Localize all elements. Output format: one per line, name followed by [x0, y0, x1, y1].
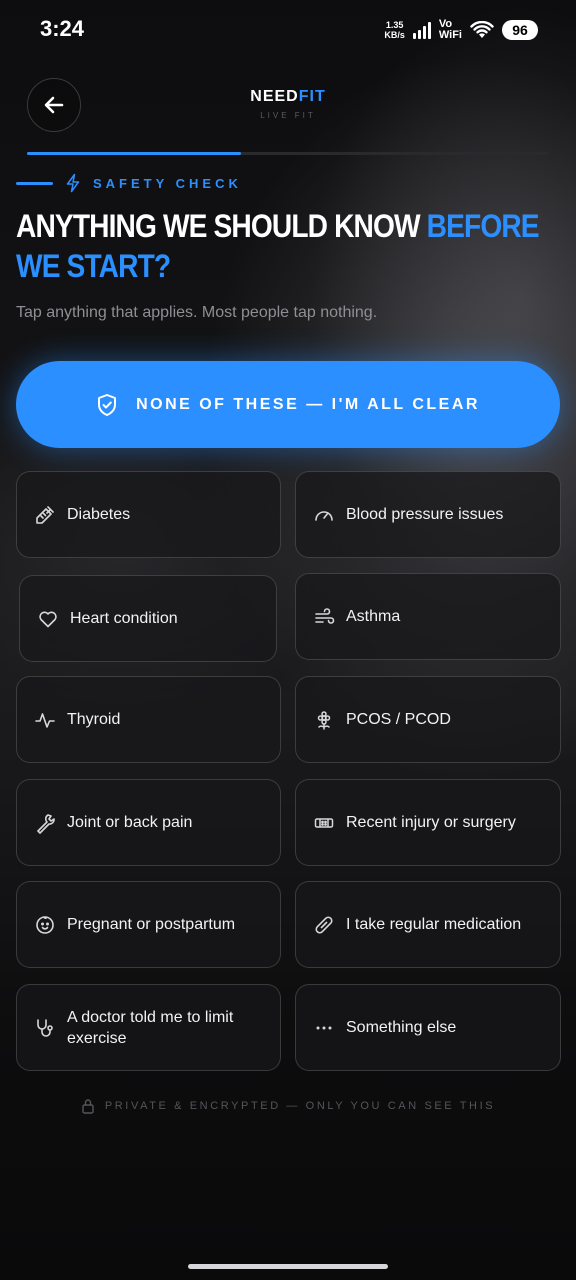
all-clear-label: NONE OF THESE — I'M ALL CLEAR [136, 395, 480, 413]
flower-icon [313, 709, 335, 731]
brand-logo: NEEDFIT LIVE FIT [200, 88, 376, 120]
network-speed: 1.35 KB/s [384, 20, 405, 40]
page-subtitle: Tap anything that applies. Most people t… [16, 304, 378, 321]
all-clear-button[interactable]: NONE OF THESE — I'M ALL CLEAR [16, 361, 560, 448]
option-label: Pregnant or postpartum [67, 916, 236, 933]
arrow-left-icon [44, 96, 64, 114]
section-eyebrow: SAFETY CHECK [16, 172, 242, 194]
progress-fill [27, 152, 242, 155]
option-thyroid[interactable]: Thyroid [16, 676, 281, 763]
cell-signal-icon [412, 21, 431, 39]
back-button[interactable] [27, 78, 81, 132]
stethoscope-icon [34, 1017, 56, 1039]
option-label: Recent injury or surgery [346, 814, 516, 831]
pill-icon [313, 914, 335, 936]
vowifi-indicator: Vo WiFi [438, 18, 462, 41]
status-icons: 1.35 KB/s Vo WiFi 96 [384, 16, 538, 44]
more-icon [313, 1017, 335, 1039]
wind-icon [313, 606, 335, 628]
page-title: ANYTHING WE SHOULD KNOW BEFORE WE START? [16, 208, 540, 284]
pulse-icon [34, 709, 56, 731]
gauge-icon [313, 504, 335, 526]
lightning-icon [66, 173, 80, 193]
option-pcos-pcod[interactable]: PCOS / PCOD [295, 676, 561, 763]
privacy-text: PRIVATE & ENCRYPTED — ONLY YOU CAN SEE T… [104, 1100, 496, 1112]
privacy-note: PRIVATE & ENCRYPTED — ONLY YOU CAN SEE T… [0, 1098, 576, 1114]
home-indicator[interactable] [188, 1264, 388, 1269]
option-recent-injury[interactable]: Recent injury or surgery [295, 779, 561, 866]
option-label: Thyroid [67, 711, 121, 728]
safety-check-screen: 3:24 1.35 KB/s Vo WiFi 96 NEEDFIT LIVE F… [0, 0, 576, 1280]
option-blood-pressure[interactable]: Blood pressure issues [295, 471, 561, 558]
shield-check-icon [98, 393, 117, 416]
option-label: Blood pressure issues [346, 506, 504, 523]
status-bar: 3:24 1.35 KB/s Vo WiFi 96 [0, 0, 576, 62]
status-time: 3:24 [40, 16, 85, 41]
option-label: I take regular medication [346, 916, 522, 933]
option-label: A doctor told me to limit exercise [67, 1008, 234, 1047]
option-diabetes[interactable]: Diabetes [16, 471, 281, 558]
brand-tagline: LIVE FIT [260, 111, 316, 120]
battery-indicator: 96 [502, 20, 538, 40]
option-pregnant-postpartum[interactable]: Pregnant or postpartum [16, 881, 281, 968]
baby-icon [34, 914, 56, 936]
wrench-icon [34, 812, 56, 834]
option-heart-condition[interactable]: Heart condition [19, 575, 277, 662]
heart-icon [37, 608, 59, 630]
option-label: Heart condition [70, 610, 178, 627]
option-doctor-limit-exercise[interactable]: A doctor told me to limit exercise [16, 984, 281, 1071]
option-regular-medication[interactable]: I take regular medication [295, 881, 561, 968]
progress-bar [27, 152, 549, 155]
wifi-icon [470, 21, 494, 38]
bandage-icon [313, 812, 335, 834]
eyebrow-text: SAFETY CHECK [93, 175, 242, 191]
option-something-else[interactable]: Something else [295, 984, 561, 1071]
option-label: Diabetes [67, 506, 131, 523]
option-asthma[interactable]: Asthma [295, 573, 561, 660]
option-joint-back-pain[interactable]: Joint or back pain [16, 779, 281, 866]
option-label: PCOS / PCOD [346, 711, 451, 728]
eyebrow-line [16, 181, 53, 185]
option-label: Asthma [346, 608, 401, 625]
option-label: Something else [346, 1019, 457, 1036]
lock-icon [82, 1099, 94, 1114]
syringe-icon [34, 504, 56, 526]
option-label: Joint or back pain [67, 814, 193, 831]
